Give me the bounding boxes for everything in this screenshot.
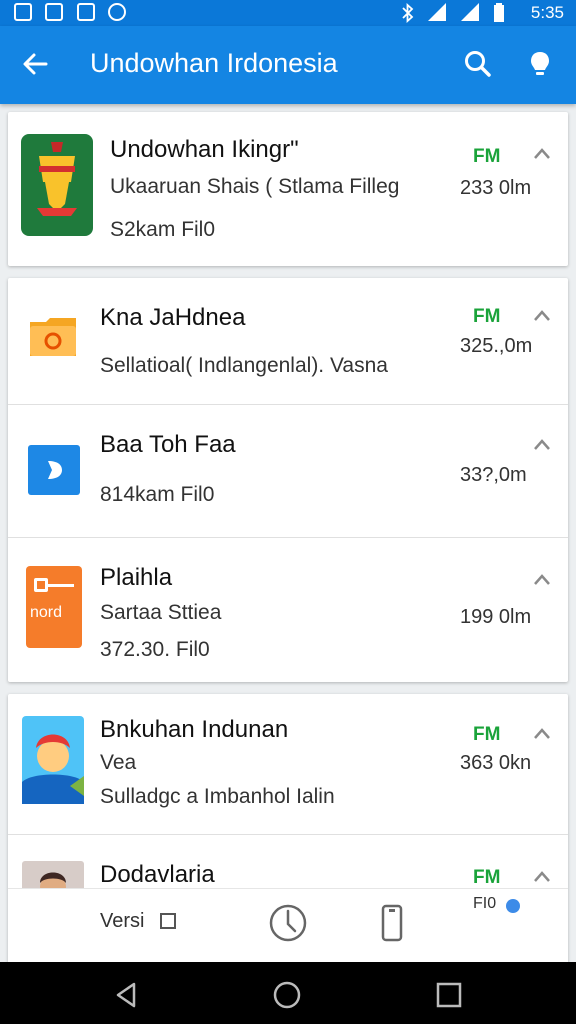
- app-bar: Undowhan Irdonesia: [0, 26, 576, 104]
- thumb-label: nord: [30, 604, 63, 621]
- search-icon[interactable]: [458, 44, 498, 84]
- phone-icon[interactable]: [380, 903, 404, 943]
- signal-icon: [428, 3, 446, 21]
- list-card: Undowhan Ikingr" Ukaaruan Shais ( Stlama…: [8, 112, 568, 266]
- file-size: 199 0lm: [460, 606, 532, 628]
- checkbox[interactable]: [160, 913, 176, 929]
- folder-orange-icon: [30, 318, 76, 356]
- play-blue-icon: [28, 445, 80, 495]
- image-icon: [45, 3, 63, 21]
- list-item[interactable]: Baa Toh Faa 33?,0m 814kam Fil0: [8, 405, 568, 537]
- list-item[interactable]: nord Plaihla Sartaa Sttiea 372.30. Fil0 …: [8, 538, 568, 682]
- item-title: Dodavlaria: [100, 861, 215, 888]
- chevron-up-icon[interactable]: [532, 146, 552, 160]
- arrow-left-icon[interactable]: [16, 44, 56, 84]
- file-size: 33?,0m: [460, 464, 527, 486]
- status-badge: FM: [473, 867, 501, 888]
- bluetooth-icon: [402, 2, 414, 24]
- chevron-up-icon[interactable]: [532, 308, 552, 322]
- gallery-icon: [14, 3, 32, 21]
- item-detail: 814kam Fil0: [100, 483, 215, 506]
- shield-helmet-icon: [21, 134, 93, 236]
- file-size: FI0: [473, 895, 497, 912]
- lightbulb-icon[interactable]: [520, 44, 560, 84]
- cartoon-avatar-icon: [22, 716, 84, 804]
- page-title: Undowhan Irdonesia: [90, 48, 338, 78]
- item-detail: S2kam Fil0: [110, 218, 216, 241]
- chevron-up-icon[interactable]: [532, 869, 552, 883]
- status-bar: 5:35: [0, 0, 576, 26]
- indicator-dot: [506, 899, 520, 913]
- list-item[interactable]: Kna JaHdnea Sellatioal( Indlangenlal). V…: [8, 278, 568, 404]
- item-subtitle: Ukaaruan Shais ( Stlama Filleg: [110, 175, 400, 198]
- item-detail: Sulladgc a Imbanhol Ialin: [100, 785, 335, 808]
- version-label: Versi: [100, 910, 145, 932]
- item-title: Kna JaHdnea: [100, 304, 246, 331]
- item-title: Plaihla: [100, 564, 173, 591]
- file-size: 233 0lm: [460, 177, 532, 199]
- item-subtitle: Vea: [100, 751, 137, 774]
- chevron-up-icon[interactable]: [532, 572, 552, 586]
- item-subtitle: Sartaa Sttiea: [100, 601, 222, 624]
- home-circle-icon[interactable]: [272, 980, 302, 1010]
- screenshot-icon: [77, 3, 95, 21]
- recents-square-icon[interactable]: [434, 980, 464, 1010]
- messenger-icon: [108, 3, 126, 21]
- signal-icon: [461, 3, 479, 21]
- chevron-up-icon[interactable]: [532, 437, 552, 451]
- status-badge: FM: [473, 146, 501, 167]
- item-subtitle: Sellatioal( Indlangenlal). Vasna: [100, 354, 388, 377]
- list-item[interactable]: Undowhan Ikingr" Ukaaruan Shais ( Stlama…: [8, 112, 568, 266]
- list-item[interactable]: Bnkuhan Indunan Vea Sulladgc a Imbanhol …: [8, 694, 568, 834]
- file-size: 363 0kn: [460, 752, 532, 774]
- item-title: Baa Toh Faa: [100, 431, 236, 458]
- item-title: Bnkuhan Indunan: [100, 716, 289, 743]
- back-triangle-icon[interactable]: [112, 980, 142, 1010]
- item-detail: 372.30. Fil0: [100, 638, 210, 661]
- list-card: Kna JaHdnea Sellatioal( Indlangenlal). V…: [8, 278, 568, 682]
- item-title: Undowhan Ikingr": [110, 136, 299, 163]
- clock-time: 5:35: [530, 3, 564, 22]
- clock-icon[interactable]: [268, 903, 308, 943]
- navigation-bar: [0, 962, 576, 1024]
- status-badge: FM: [473, 724, 501, 745]
- status-badge: FM: [473, 306, 501, 327]
- chevron-up-icon[interactable]: [532, 726, 552, 740]
- bottom-toolbar: Versi FI0: [8, 888, 568, 963]
- file-size: 325.,0m: [460, 335, 533, 357]
- orange-app-icon: nord: [26, 566, 82, 648]
- battery-icon: [494, 3, 504, 22]
